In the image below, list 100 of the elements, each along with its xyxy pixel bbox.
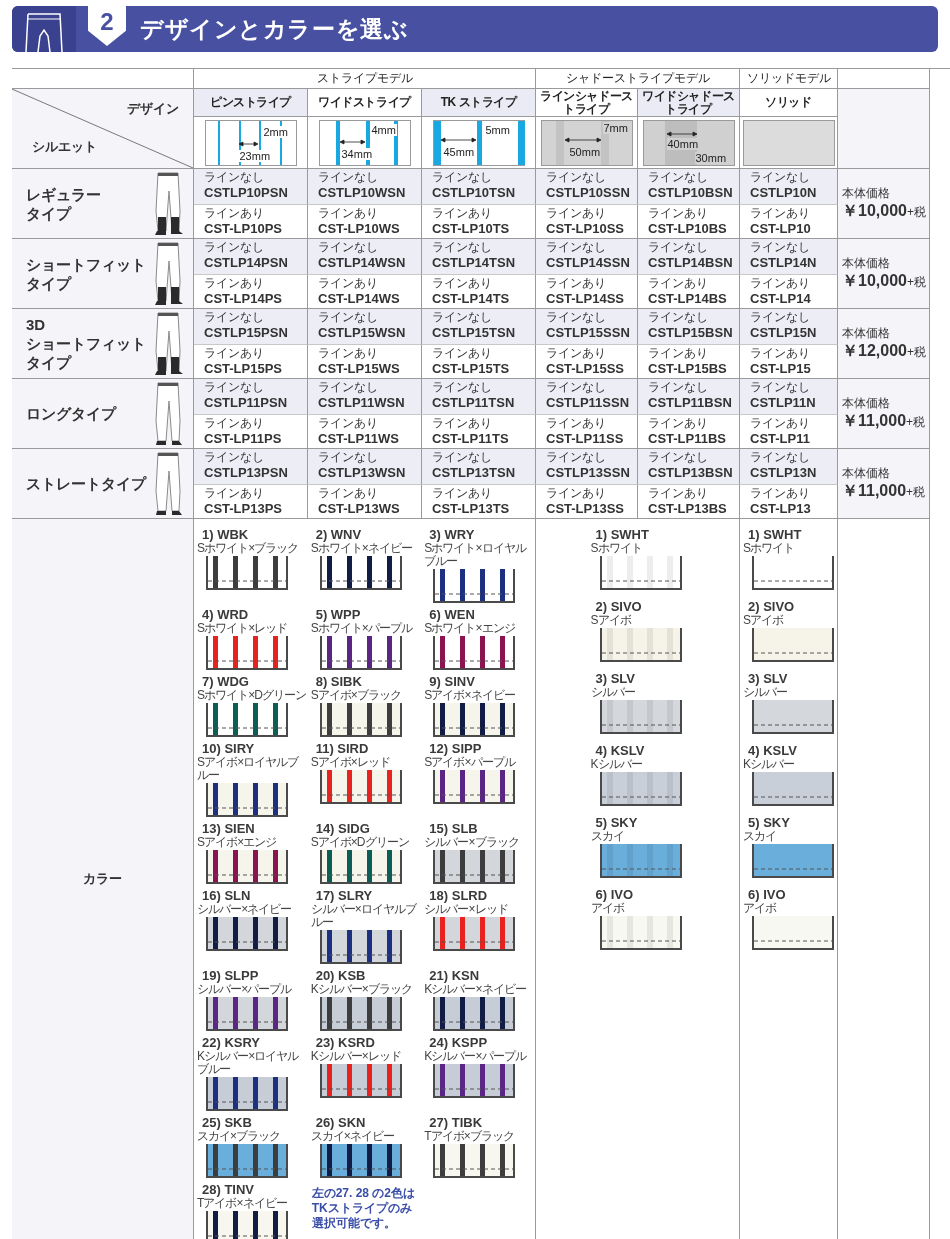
line-type-label: ラインなし xyxy=(648,381,709,394)
model-number: CSTLP15SSN xyxy=(546,324,631,341)
line-type-label: ラインなし xyxy=(750,381,811,394)
line-type-label: ラインなし xyxy=(648,241,709,254)
color-code: 28) TINV xyxy=(201,1182,255,1197)
model-number: CSTLP13TSN xyxy=(432,464,517,481)
tax-note: +税 xyxy=(906,343,926,361)
color-code: 24) KSPP xyxy=(428,1035,489,1050)
color-name: Sアイボ xyxy=(742,614,785,627)
line-type-label: ラインなし xyxy=(432,241,493,254)
model-number: CSTLP11SSN xyxy=(546,394,631,411)
model-number: CSTLP15WSN xyxy=(318,324,407,341)
color-name: Sアイボ×パープル xyxy=(423,756,517,769)
line-type-label: ラインなし xyxy=(648,311,709,324)
model-number: CST-LP11BS xyxy=(648,430,728,447)
line-type-label: ラインなし xyxy=(204,311,265,324)
line-type-label: ラインあり xyxy=(750,487,811,500)
model-number: CST-LP14 xyxy=(750,290,812,307)
group-heading: ストライプモデル xyxy=(316,72,413,85)
color-code: 4) KSLV xyxy=(747,743,798,758)
model-number: CSTLP10PSN xyxy=(204,184,289,201)
line-type-label: ラインあり xyxy=(648,417,709,430)
color-heading: カラー xyxy=(83,870,122,889)
color-code: 9) SINV xyxy=(428,674,476,689)
color-name: Sアイボ×エンジ xyxy=(196,836,278,849)
model-number: CST-LP10TS xyxy=(432,220,511,237)
model-number: CSTLP10WSN xyxy=(318,184,407,201)
line-type-label: ラインあり xyxy=(432,417,493,430)
model-number: CSTLP14N xyxy=(750,254,818,271)
price-label: 本体価格 xyxy=(842,325,891,340)
tax-note: +税 xyxy=(906,413,926,431)
color-code: 27) TIBK xyxy=(428,1115,484,1130)
model-number: CST-LP15PS xyxy=(204,360,284,377)
color-name: Sホワイト×レッド xyxy=(196,622,289,635)
line-type-label: ラインあり xyxy=(318,207,379,220)
color-code: 6) IVO xyxy=(747,887,787,902)
model-number: CST-LP10SS xyxy=(546,220,626,237)
color-code: 12) SIPP xyxy=(428,741,483,756)
model-number: CST-LP15WS xyxy=(318,360,401,377)
color-code: 10) SIRY xyxy=(201,741,256,756)
line-type-label: ラインなし xyxy=(318,241,379,254)
line-type-label: ラインあり xyxy=(546,487,607,500)
color-code: 11) SIRD xyxy=(314,741,370,756)
color-code: 7) WDG xyxy=(201,674,250,689)
silhouette-axis-label: シルエット xyxy=(32,137,97,156)
color-code: 5) SKY xyxy=(594,815,639,830)
color-name: スカイ×ネイビー xyxy=(309,1130,395,1143)
color-code: 23) KSRD xyxy=(314,1035,376,1050)
model-number: CSTLP10N xyxy=(750,184,818,201)
model-number: CST-LP14WS xyxy=(318,290,401,307)
color-code: 6) IVO xyxy=(594,887,635,902)
line-type-label: ラインなし xyxy=(204,241,265,254)
model-number: CST-LP13SS xyxy=(546,500,626,517)
model-number: CST-LP10BS xyxy=(648,220,728,237)
color-code: 17) SLRY xyxy=(314,888,374,903)
model-number: CST-LP13BS xyxy=(648,500,728,517)
color-code: 2) SIVO xyxy=(747,599,796,614)
model-number: CST-LP11 xyxy=(750,430,811,447)
model-number: CST-LP15 xyxy=(750,360,812,377)
silhouette-name: 3D xyxy=(26,315,47,334)
line-type-label: ラインあり xyxy=(750,207,811,220)
line-type-label: ラインなし xyxy=(546,451,607,464)
color-name: Sホワイト×エンジ xyxy=(423,622,516,635)
model-number: CST-LP15TS xyxy=(432,360,511,377)
model-number: CST-LP13TS xyxy=(432,500,511,517)
color-name: Sホワイト×ブラック xyxy=(196,542,300,555)
line-type-label: ラインあり xyxy=(318,347,379,360)
color-name: Tアイボ×ブラック xyxy=(423,1130,516,1143)
silhouette-name: ショートフィット xyxy=(26,334,146,353)
design-heading: ワイドシャドーストライプ xyxy=(641,89,736,116)
line-type-label: ラインなし xyxy=(546,311,607,324)
color-name: Kシルバー×ロイヤルブルー xyxy=(196,1050,300,1076)
line-type-label: ラインあり xyxy=(204,277,265,290)
line-type-label: ラインあり xyxy=(750,277,811,290)
color-name: スカイ xyxy=(589,830,625,843)
model-number: CSTLP11N xyxy=(750,394,817,411)
color-code: 13) SIEN xyxy=(201,821,256,836)
color-name: Sホワイト×パープル xyxy=(309,622,414,635)
color-name: Sアイボ×レッド xyxy=(309,756,391,769)
model-number: CSTLP10TSN xyxy=(432,184,517,201)
tax-note: +税 xyxy=(906,483,926,501)
color-code: 21) KSN xyxy=(428,968,481,983)
model-number: CSTLP13N xyxy=(750,464,818,481)
design-heading: ラインシャドーストライプ xyxy=(539,89,634,116)
line-type-label: ラインあり xyxy=(318,487,379,500)
model-number: CSTLP13PSN xyxy=(204,464,289,481)
line-type-label: ラインなし xyxy=(546,241,607,254)
color-name: アイボ xyxy=(742,902,778,915)
line-type-label: ラインあり xyxy=(318,417,379,430)
silhouette-name: タイプ xyxy=(26,353,73,372)
color-code: 1) SWHT xyxy=(594,527,650,542)
line-type-label: ラインあり xyxy=(546,347,607,360)
tax-note: +税 xyxy=(906,203,926,221)
color-name: スカイ xyxy=(742,830,778,843)
model-number: CST-LP13WS xyxy=(318,500,401,517)
color-code: 3) SLV xyxy=(594,671,636,686)
shorts-icon xyxy=(24,12,64,52)
color-code: 1) WBK xyxy=(201,527,250,542)
color-code: 6) WEN xyxy=(428,607,476,622)
line-type-label: ラインなし xyxy=(750,241,811,254)
